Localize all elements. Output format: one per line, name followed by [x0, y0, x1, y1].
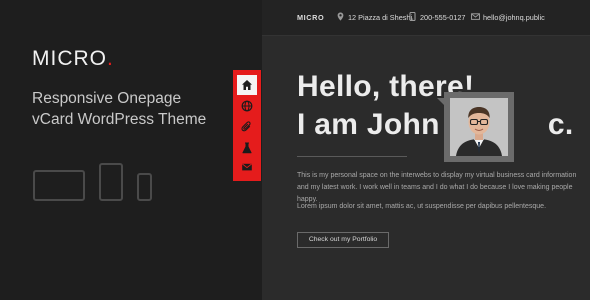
mail-icon: [242, 163, 252, 171]
location-icon: [337, 12, 344, 21]
tagline-line-2: vCard WordPress Theme: [32, 111, 207, 128]
device-icons: [33, 162, 163, 202]
hero-heading: Hello, there! I am John Pub c.: [297, 68, 574, 144]
home-icon: [242, 80, 252, 90]
header-address: 12 Piazza di Sheshi: [348, 13, 413, 22]
site-brand[interactable]: MICRO: [297, 13, 324, 22]
nav-item-home[interactable]: [237, 75, 257, 95]
avatar: [450, 98, 508, 156]
nav-item-flask[interactable]: [237, 138, 257, 158]
nav-item-mail[interactable]: [237, 157, 257, 177]
profile-photo: [450, 98, 508, 156]
theme-preview-banner: MICRO. Responsive Onepage vCard WordPres…: [0, 0, 590, 300]
hero-lorem-paragraph: Lorem ipsum dolor sit amet, mattis ac, u…: [297, 203, 547, 210]
header-phone: 200-555-0127: [420, 13, 466, 22]
tablet-icon: [99, 163, 123, 201]
portfolio-button[interactable]: Check out my Portfolio: [297, 232, 389, 248]
paperclip-icon: [241, 121, 251, 132]
tagline-line-1: Responsive Onepage: [32, 90, 182, 107]
phone-icon: [137, 173, 152, 201]
laptop-icon: [33, 170, 85, 201]
globe-icon: [241, 100, 253, 112]
promo-tagline: Responsive Onepage vCard WordPress Theme: [32, 88, 232, 130]
promo-brand: MICRO.: [32, 47, 114, 70]
avatar-frame: [437, 92, 514, 162]
nav-item-paperclip[interactable]: [237, 117, 257, 137]
hero-line-2: I am John Pub c.: [297, 108, 574, 141]
flask-icon: [242, 142, 252, 154]
promo-panel: MICRO. Responsive Onepage vCard WordPres…: [0, 0, 262, 300]
header-email[interactable]: hello@johnq.public: [483, 13, 545, 22]
side-nav: [233, 70, 261, 181]
hero-divider: [297, 156, 407, 157]
nav-item-globe[interactable]: [237, 96, 257, 116]
hero-line-1: Hello, there!: [297, 70, 475, 103]
mail-icon: [471, 13, 480, 20]
phone-icon: [409, 12, 416, 21]
site-preview: MICRO 12 Piazza di Sheshi 200-555-0127 h…: [262, 0, 590, 300]
brand-dot: .: [107, 47, 114, 70]
site-topbar: MICRO 12 Piazza di Sheshi 200-555-0127 h…: [262, 0, 590, 36]
